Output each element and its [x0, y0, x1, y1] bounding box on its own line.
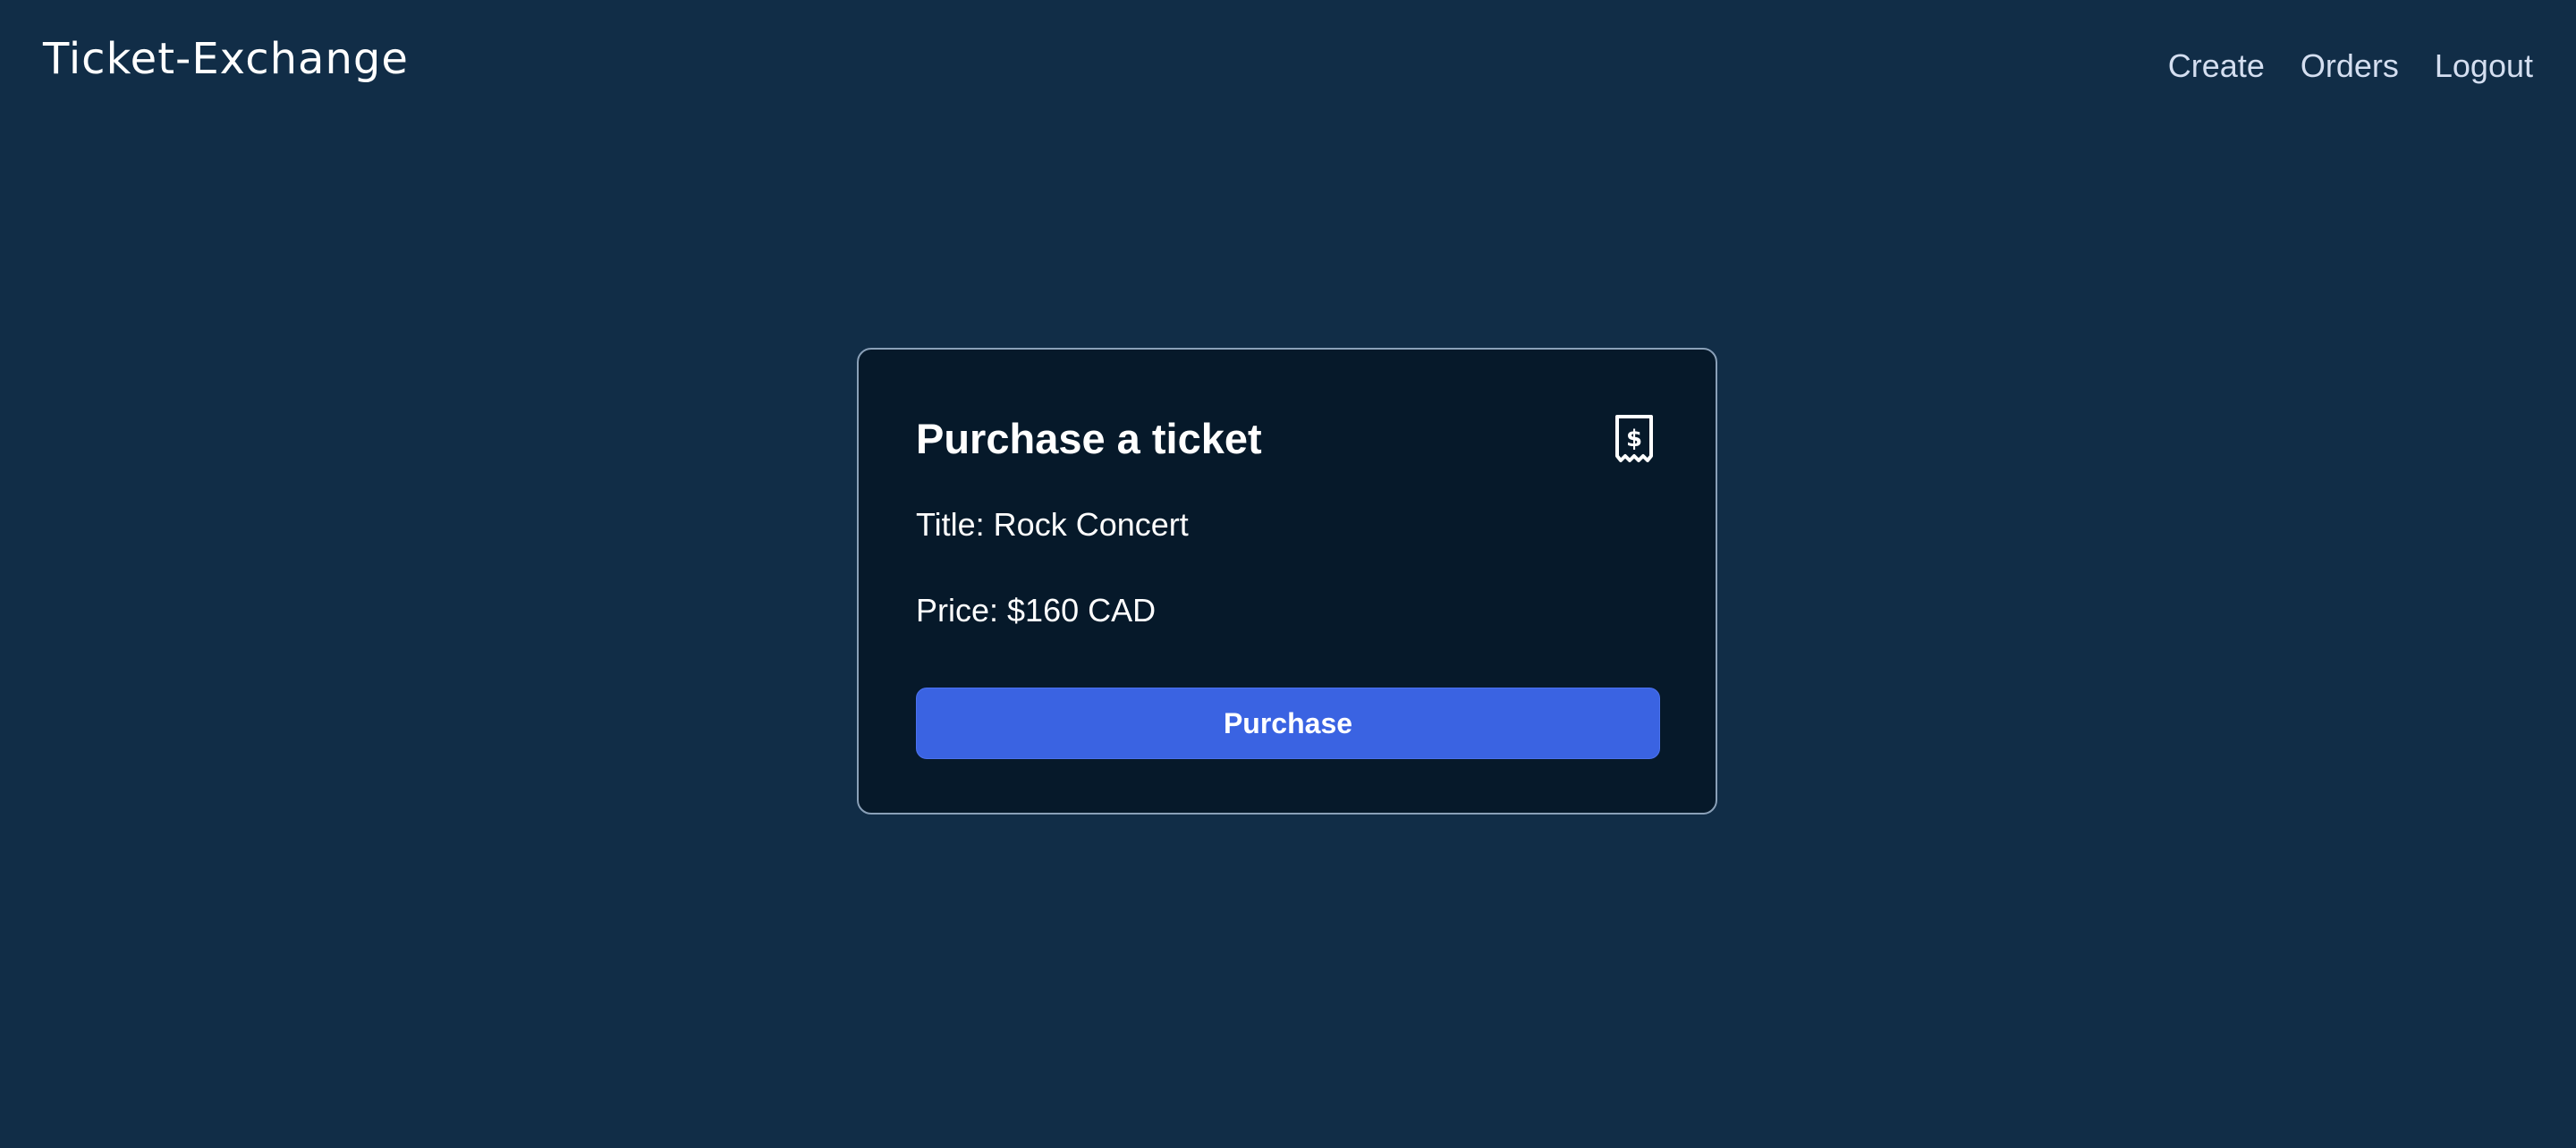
nav-create-link[interactable]: Create [2168, 46, 2265, 85]
ticket-price-text: Price: $160 CAD [916, 592, 1157, 629]
svg-text:$: $ [1626, 426, 1642, 452]
ticket-title-text: Title: Rock Concert [916, 506, 1189, 543]
nav-logout-link[interactable]: Logout [2435, 46, 2533, 85]
nav-orders-link[interactable]: Orders [2301, 46, 2399, 85]
top-nav: Create Orders Logout [2168, 46, 2533, 85]
brand-logo-link[interactable]: Ticket-Exchange [43, 34, 409, 86]
receipt-dollar-icon: $ [1615, 415, 1653, 462]
purchase-button[interactable]: Purchase [916, 688, 1660, 759]
card-title: Purchase a ticket [916, 415, 1262, 462]
purchase-ticket-card: Purchase a ticket $ Title: Rock Concert … [857, 348, 1717, 815]
